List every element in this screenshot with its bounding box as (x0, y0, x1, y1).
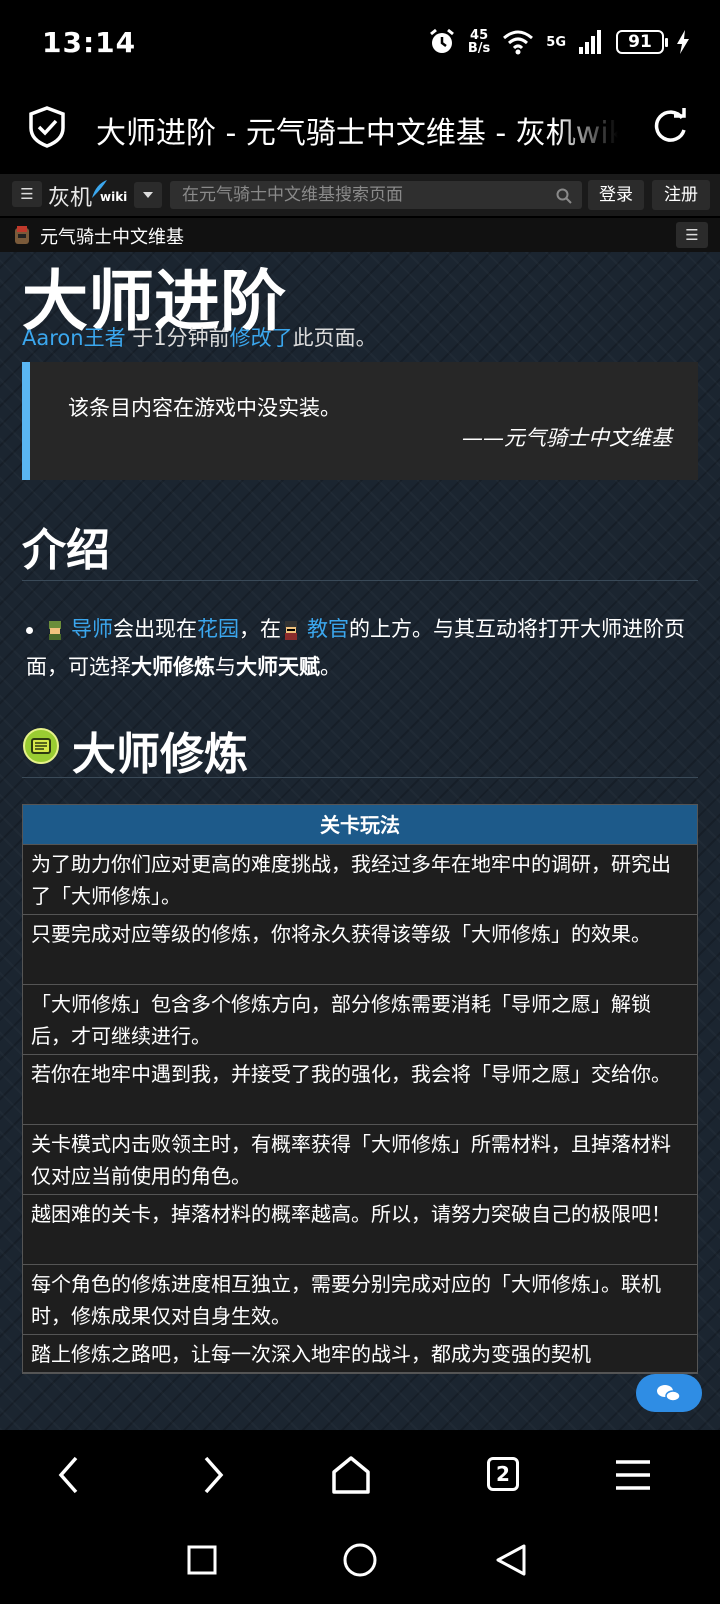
site-name[interactable]: 元气骑士中文维基 (40, 223, 184, 249)
site-dropdown-button[interactable] (134, 182, 162, 208)
register-button[interactable]: 注册 (652, 180, 710, 210)
alarm-icon (429, 28, 454, 53)
section-heading-training: 大师修炼 (72, 729, 248, 780)
table-row: 「大师修炼」包含多个修炼方向，部分修炼需要消耗「导师之愿」解锁后，才可继续进行。 (23, 985, 697, 1055)
menu-icon[interactable] (608, 1450, 658, 1500)
table-row: 若你在地牢中遇到我，并接受了我的强化，我会将「导师之愿」交给你。 (23, 1055, 697, 1125)
network-type: 5G (546, 34, 566, 50)
garden-link[interactable]: 花园 (197, 617, 239, 641)
tabs-button[interactable]: 2 (487, 1457, 519, 1491)
table-row: 关卡模式内击败领主时，有概率获得「大师修炼」所需材料，且掉落材料仅对应当前使用的… (23, 1125, 697, 1195)
table-row: 越困难的关卡，掉落材料的概率越高。所以，请努力突破自己的极限吧！ (23, 1195, 697, 1265)
table-row: 每个角色的修炼进度相互独立，需要分别完成对应的「大师修炼」。联机时，修炼成果仅对… (23, 1265, 697, 1335)
officer-link[interactable]: 教官 (307, 617, 349, 641)
site-header: 元气骑士中文维基 ☰ (0, 218, 720, 252)
home-icon[interactable] (326, 1450, 376, 1500)
search-icon[interactable] (556, 188, 572, 204)
training-badge-icon (23, 728, 59, 764)
search-input[interactable]: 在元气骑士中文维基搜索页面 (170, 181, 582, 209)
status-bar: 13:14 45 B/s 5G 91 (0, 0, 720, 88)
signal-icon (579, 30, 601, 54)
table-row: 为了助力你们应对更高的难度挑战，我经过多年在地牢中的调研，研究出了「大师修炼」。 (23, 845, 697, 915)
network-speed: 45 B/s (467, 28, 491, 56)
status-time: 13:14 (42, 26, 137, 59)
site-logo[interactable]: 灰机 (48, 180, 92, 212)
mentor-link[interactable]: 导师 (71, 617, 113, 641)
bullet (26, 626, 33, 634)
site-knight-icon (15, 226, 29, 244)
battery-indicator: 91 (616, 30, 668, 54)
table-row: 踏上修炼之路吧，让每一次深入地牢的战斗，都成为变强的契机 (23, 1335, 697, 1373)
system-nav-bar (0, 1524, 720, 1604)
level-gameplay-table: 关卡玩法 为了助力你们应对更高的难度挑战，我经过多年在地牢中的调研，研究出了「大… (22, 804, 698, 1374)
browser-address-bar: 大师进阶 - 元气骑士中文维基 - 灰机wiki (0, 88, 720, 174)
editor-link[interactable]: Aaron王者 (22, 326, 126, 350)
table-header: 关卡玩法 (23, 805, 697, 845)
site-logo-suffix: wiki (100, 190, 128, 204)
system-back-icon[interactable] (494, 1542, 528, 1578)
toc-button[interactable]: ☰ (676, 222, 708, 248)
status-icons: 45 B/s 5G 91 (428, 28, 690, 56)
login-button[interactable]: 登录 (588, 180, 644, 210)
quote-text: 该条目内容在游戏中没实装。 (68, 396, 341, 420)
section-divider (22, 777, 698, 778)
table-row: 只要完成对应等级的修炼，你将永久获得该等级「大师修炼」的效果。 (23, 915, 697, 985)
charging-icon (677, 30, 689, 54)
section-divider (22, 580, 698, 581)
chat-button[interactable] (636, 1374, 702, 1412)
recents-icon[interactable] (186, 1544, 218, 1576)
wiki-topbar: ☰ 灰机 wiki 在元气骑士中文维基搜索页面 登录 注册 (0, 174, 720, 216)
intro-list-item: 导师会出现在花园，在 教官的上方。与其互动将打开大师进阶页面，可选择大师修炼与大师… (26, 617, 685, 679)
section-heading-intro: 介绍 (22, 525, 110, 576)
browser-bottom-nav: 2 (0, 1430, 720, 1524)
page-url-title[interactable]: 大师进阶 - 元气骑士中文维基 - 灰机wiki (96, 108, 618, 152)
back-icon[interactable] (46, 1450, 96, 1500)
reload-icon[interactable] (650, 106, 690, 146)
wifi-icon (503, 30, 534, 55)
mentor-sprite-icon (49, 621, 61, 640)
forward-icon[interactable] (186, 1450, 236, 1500)
officer-sprite-icon (285, 621, 297, 640)
edit-info: Aaron王者 于1分钟前修改了此页面。 (22, 326, 377, 350)
quote-source: ——元气骑士中文维基 (462, 426, 672, 450)
notice-quote: 该条目内容在游戏中没实装。 ——元气骑士中文维基 (22, 362, 698, 480)
chat-icon (657, 1385, 681, 1402)
system-home-icon[interactable] (342, 1542, 378, 1578)
edit-diff-link[interactable]: 修改了 (230, 326, 293, 350)
shield-check-icon[interactable] (28, 106, 66, 148)
menu-toggle-button[interactable]: ☰ (12, 181, 42, 207)
article-content: 大师进阶 Aaron王者 于1分钟前修改了此页面。 该条目内容在游戏中没实装。 … (0, 252, 720, 1430)
